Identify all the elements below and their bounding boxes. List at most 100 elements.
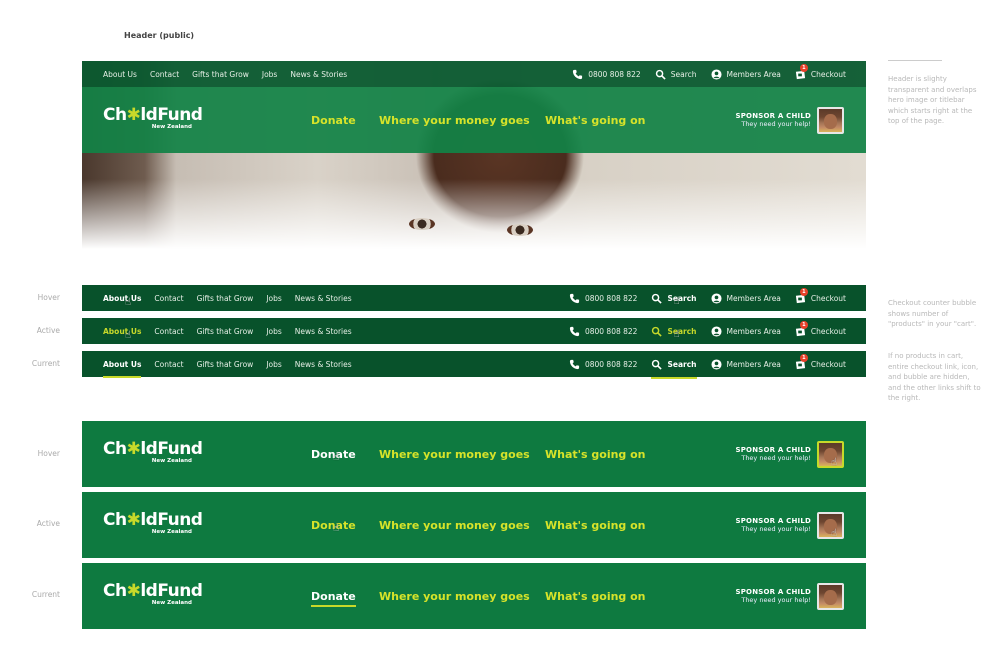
sponsor-title: SPONSOR A CHILD <box>735 446 811 454</box>
logo-text: ldFund <box>140 510 203 530</box>
nav-donate[interactable]: Donate <box>311 114 356 127</box>
util-link-about[interactable]: About Us <box>103 360 142 378</box>
util-link-jobs[interactable]: Jobs <box>266 294 281 303</box>
logo-text: Ch <box>103 510 127 530</box>
main-header-overlay: Ch✱ldFund New Zealand Donate Where your … <box>82 87 866 153</box>
phone-link[interactable]: 0800 808 822 <box>569 293 638 304</box>
members-link[interactable]: Members Area <box>710 325 781 337</box>
util-link-gifts[interactable]: Gifts that Grow <box>197 294 254 303</box>
util-link-contact[interactable]: Contact <box>150 70 179 79</box>
util-link-jobs[interactable]: Jobs <box>266 327 281 336</box>
nav-where-your-money-goes[interactable]: Where your money goes <box>379 590 530 603</box>
main-header-state: Ch✱ldFund New Zealand Donate ☝ Where your… <box>82 492 866 558</box>
nav-whats-going-on[interactable]: What's going on <box>545 114 646 127</box>
search-link[interactable]: Search ☝ <box>651 293 697 307</box>
checkout-link[interactable]: 1 Checkout <box>795 287 846 304</box>
nav-where-your-money-goes[interactable]: Where your money goes <box>379 114 530 127</box>
nav-whats-going-on[interactable]: What's going on <box>545 448 646 461</box>
checkout-link[interactable]: 1 Checkout <box>795 353 846 370</box>
utility-bar-state: About Us Contact Gifts that Grow Jobs Ne… <box>82 351 866 379</box>
childfund-logo[interactable]: Ch✱ldFund New Zealand <box>103 510 203 540</box>
util-link-news[interactable]: News & Stories <box>295 327 352 336</box>
user-icon <box>710 358 722 370</box>
note-checkout-counter: Checkout counter bubble shows number of … <box>888 299 977 328</box>
search-label: Search <box>667 359 697 369</box>
logo-text: Ch <box>103 581 127 601</box>
util-link-jobs[interactable]: Jobs <box>262 70 277 79</box>
sponsor-a-child-link[interactable]: SPONSOR A CHILD They need your help! <box>735 87 844 153</box>
search-label: Search <box>670 69 697 79</box>
sponsor-title: SPONSOR A CHILD <box>735 517 811 525</box>
phone-link[interactable]: 0800 808 822 <box>569 326 638 337</box>
nav-where-your-money-goes[interactable]: Where your money goes <box>379 448 530 461</box>
pointer-cursor-icon: ☝ <box>831 527 838 539</box>
phone-number: 0800 808 822 <box>584 326 638 336</box>
util-link-contact[interactable]: Contact <box>154 360 183 369</box>
cart-icon: 1 <box>795 353 808 370</box>
utility-bar-state: About Us ☝ Contact Gifts that Grow Jobs N… <box>82 318 866 344</box>
checkout-label: Checkout <box>810 293 846 303</box>
util-link-gifts[interactable]: Gifts that Grow <box>197 360 254 369</box>
nav-donate[interactable]: Donate <box>311 590 356 607</box>
nav-whats-going-on[interactable]: What's going on <box>545 590 646 603</box>
logo-figure-icon: ✱ <box>126 510 141 530</box>
util-link-gifts[interactable]: Gifts that Grow <box>197 327 254 336</box>
user-icon <box>710 292 722 304</box>
search-label: Search <box>667 293 697 303</box>
nav-donate[interactable]: Donate ☝ <box>311 448 356 463</box>
util-link-news[interactable]: News & Stories <box>290 70 347 79</box>
logo-text: ldFund <box>140 439 203 459</box>
util-link-contact[interactable]: Contact <box>154 294 183 303</box>
main-header-state: Ch✱ldFund New Zealand Donate Where your … <box>82 563 866 629</box>
phone-icon <box>569 326 580 337</box>
util-link-news[interactable]: News & Stories <box>295 294 352 303</box>
cart-count-badge: 1 <box>799 287 808 296</box>
note-header-transparency: Header is slighty transparent and overla… <box>888 75 977 125</box>
sponsor-subtitle: They need your help! <box>741 525 811 533</box>
checkout-link[interactable]: 1 Checkout <box>795 320 846 337</box>
util-link-gifts[interactable]: Gifts that Grow <box>192 70 249 79</box>
util-link-about[interactable]: About Us <box>103 70 137 79</box>
phone-link[interactable]: 0800 808 822 <box>569 359 637 370</box>
sponsor-a-child-link[interactable]: SPONSOR A CHILD They need your help! ☝ <box>735 492 844 558</box>
state-label-current: Current <box>31 590 60 599</box>
phone-link[interactable]: 0800 808 822 <box>572 69 641 80</box>
sponsor-subtitle: They need your help! <box>741 120 811 128</box>
phone-icon <box>569 293 580 304</box>
nav-whats-going-on[interactable]: What's going on <box>545 519 646 532</box>
pointer-cursor-icon: ☝ <box>125 329 132 341</box>
checkout-link[interactable]: 1 Checkout <box>795 63 846 80</box>
util-link-contact[interactable]: Contact <box>154 327 183 336</box>
members-link[interactable]: Members Area <box>710 358 781 370</box>
pointer-cursor-icon: ☝ <box>831 456 838 468</box>
logo-text: ldFund <box>140 105 203 125</box>
childfund-logo[interactable]: Ch✱ldFund New Zealand <box>103 105 203 135</box>
logo-subtitle: New Zealand <box>151 124 192 130</box>
members-link[interactable]: Members Area <box>710 68 781 80</box>
child-photo <box>817 582 844 610</box>
sponsor-title: SPONSOR A CHILD <box>735 112 811 120</box>
childfund-logo[interactable]: Ch✱ldFund New Zealand <box>103 581 203 611</box>
sponsor-a-child-link[interactable]: SPONSOR A CHILD They need your help! <box>735 563 844 629</box>
util-link-about[interactable]: About Us ☝ <box>103 327 141 341</box>
search-link[interactable]: Search ☝ <box>651 326 697 340</box>
nav-where-your-money-goes[interactable]: Where your money goes <box>379 519 530 532</box>
util-link-news[interactable]: News & Stories <box>295 360 352 369</box>
sponsor-a-child-link[interactable]: SPONSOR A CHILD They need your help! ☝ <box>735 421 844 487</box>
cart-icon: 1 <box>795 287 808 304</box>
cart-count-badge: 1 <box>799 353 808 362</box>
members-link[interactable]: Members Area <box>710 292 781 304</box>
search-link[interactable]: Search <box>655 69 697 80</box>
logo-subtitle: New Zealand <box>151 529 192 535</box>
logo-figure-icon: ✱ <box>126 105 141 125</box>
nav-donate[interactable]: Donate ☝ <box>311 519 356 534</box>
childfund-logo[interactable]: Ch✱ldFund New Zealand <box>103 439 203 469</box>
sponsor-subtitle: They need your help! <box>741 454 811 462</box>
members-label: Members Area <box>726 359 781 369</box>
state-label-active: Active <box>36 519 60 528</box>
util-link-about[interactable]: About Us ☝ <box>103 294 141 308</box>
pointer-cursor-icon: ☝ <box>333 522 340 534</box>
search-link[interactable]: Search <box>651 359 697 379</box>
util-link-jobs[interactable]: Jobs <box>266 360 281 369</box>
phone-number: 0800 808 822 <box>584 293 638 303</box>
